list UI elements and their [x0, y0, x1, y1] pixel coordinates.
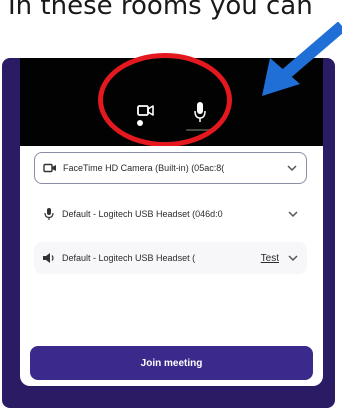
speaker-icon [43, 253, 54, 263]
speaker-select[interactable]: Default - Logitech USB Headset ( Test [34, 242, 307, 274]
camera-select[interactable]: FaceTime HD Camera (Built-in) (05ac:8( [34, 152, 307, 184]
highlight-circle [98, 53, 232, 147]
chevron-down-icon [287, 165, 297, 172]
microphone-select-label: Default - Logitech USB Headset (046d:0 [62, 209, 223, 219]
caption-text: In these rooms you can [8, 0, 313, 21]
camera-select-label: FaceTime HD Camera (Built-in) (05ac:8( [63, 163, 225, 173]
pointer-arrow-icon [262, 22, 342, 96]
microphone-icon [44, 208, 54, 220]
chevron-down-icon [288, 255, 298, 262]
chevron-down-icon [288, 211, 298, 218]
video-camera-icon [43, 163, 56, 173]
microphone-select[interactable]: Default - Logitech USB Headset (046d:0 [34, 198, 307, 230]
speaker-select-label: Default - Logitech USB Headset ( [62, 253, 196, 263]
join-meeting-button[interactable]: Join meeting [30, 346, 313, 380]
test-speaker-link[interactable]: Test [261, 253, 279, 264]
